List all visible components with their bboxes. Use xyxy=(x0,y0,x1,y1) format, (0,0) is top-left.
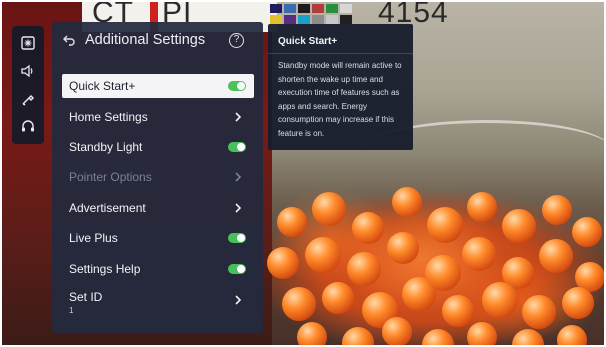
toggle-switch[interactable] xyxy=(228,264,246,274)
bead xyxy=(502,209,536,243)
menu-item-pointer-options[interactable]: Pointer Options xyxy=(62,165,254,189)
bead xyxy=(382,317,412,345)
menu-item-quick-start[interactable]: Quick Start+ xyxy=(62,74,254,98)
menu-item-sub-value: 1 xyxy=(69,306,74,315)
color-swatch xyxy=(312,4,324,13)
bead xyxy=(482,282,518,318)
menu-item-home-settings[interactable]: Home Settings xyxy=(62,105,254,129)
bead xyxy=(297,322,327,345)
chevron-right-icon xyxy=(235,295,242,305)
bead xyxy=(467,322,497,345)
bead xyxy=(557,325,587,345)
bead xyxy=(342,327,374,345)
support-icon[interactable] xyxy=(12,114,44,140)
panel-header: Additional Settings ? xyxy=(52,22,263,60)
menu-item-label: Live Plus xyxy=(69,231,118,245)
bead xyxy=(539,239,573,273)
bead xyxy=(427,207,463,243)
bead xyxy=(467,192,497,222)
orange-beads xyxy=(257,177,604,345)
menu-item-settings-help[interactable]: Settings Help xyxy=(62,257,254,281)
chevron-right-icon xyxy=(235,172,242,182)
menu-item-label: Home Settings xyxy=(69,110,148,124)
tooltip-divider xyxy=(268,53,413,54)
additional-settings-panel: Additional Settings ? Quick Start+ Home S… xyxy=(52,22,263,333)
menu-item-label: Pointer Options xyxy=(69,170,152,184)
bead xyxy=(387,232,419,264)
bead xyxy=(522,295,556,329)
menu-item-advertisement[interactable]: Advertisement xyxy=(62,196,254,220)
menu-item-label: Standby Light xyxy=(69,140,143,154)
bead xyxy=(402,277,436,311)
chevron-right-icon xyxy=(235,112,242,122)
toggle-switch[interactable] xyxy=(228,81,246,91)
color-swatch-grid xyxy=(270,4,352,24)
color-swatch xyxy=(326,4,338,13)
bead xyxy=(422,329,454,345)
toggle-switch[interactable] xyxy=(228,233,246,243)
picture-icon[interactable] xyxy=(12,30,44,56)
menu-item-label: Set ID xyxy=(69,290,103,304)
bead xyxy=(572,217,602,247)
color-swatch xyxy=(326,15,338,24)
sound-icon[interactable] xyxy=(12,58,44,84)
tooltip-title: Quick Start+ xyxy=(278,36,338,47)
help-tooltip: Quick Start+ Standby mode will remain ac… xyxy=(268,24,413,150)
bead xyxy=(442,295,474,327)
menu-item-standby-light[interactable]: Standby Light xyxy=(62,135,254,159)
bead xyxy=(542,195,572,225)
bead xyxy=(282,287,316,321)
page-title: Additional Settings xyxy=(85,32,206,48)
color-swatch xyxy=(270,4,282,13)
color-swatch xyxy=(270,15,282,24)
menu-item-label: Settings Help xyxy=(69,262,141,276)
bead xyxy=(352,212,384,244)
color-swatch xyxy=(284,4,296,13)
help-icon[interactable]: ? xyxy=(229,33,244,48)
color-swatch xyxy=(284,15,296,24)
category-rail xyxy=(12,26,44,144)
color-swatch xyxy=(298,4,310,13)
menu-item-set-id[interactable]: Set ID 1 xyxy=(62,288,254,315)
menu-item-live-plus[interactable]: Live Plus xyxy=(62,226,254,250)
color-swatch xyxy=(340,4,352,13)
chevron-right-icon xyxy=(235,203,242,213)
bead xyxy=(462,237,496,271)
bead xyxy=(277,207,307,237)
bead xyxy=(392,187,422,217)
color-swatch xyxy=(340,15,352,24)
general-icon[interactable] xyxy=(12,86,44,112)
tooltip-body: Standby mode will remain active to short… xyxy=(278,61,402,138)
menu-item-label: Quick Start+ xyxy=(69,79,136,93)
color-swatch xyxy=(312,15,324,24)
bead xyxy=(512,329,544,345)
bead xyxy=(322,282,354,314)
back-icon[interactable] xyxy=(62,33,76,47)
bead xyxy=(347,252,381,286)
bead xyxy=(305,237,341,273)
toggle-switch[interactable] xyxy=(228,142,246,152)
bead xyxy=(267,247,299,279)
menu-item-label: Advertisement xyxy=(69,201,146,215)
bead xyxy=(312,192,346,226)
color-swatch xyxy=(298,15,310,24)
bead xyxy=(562,287,594,319)
